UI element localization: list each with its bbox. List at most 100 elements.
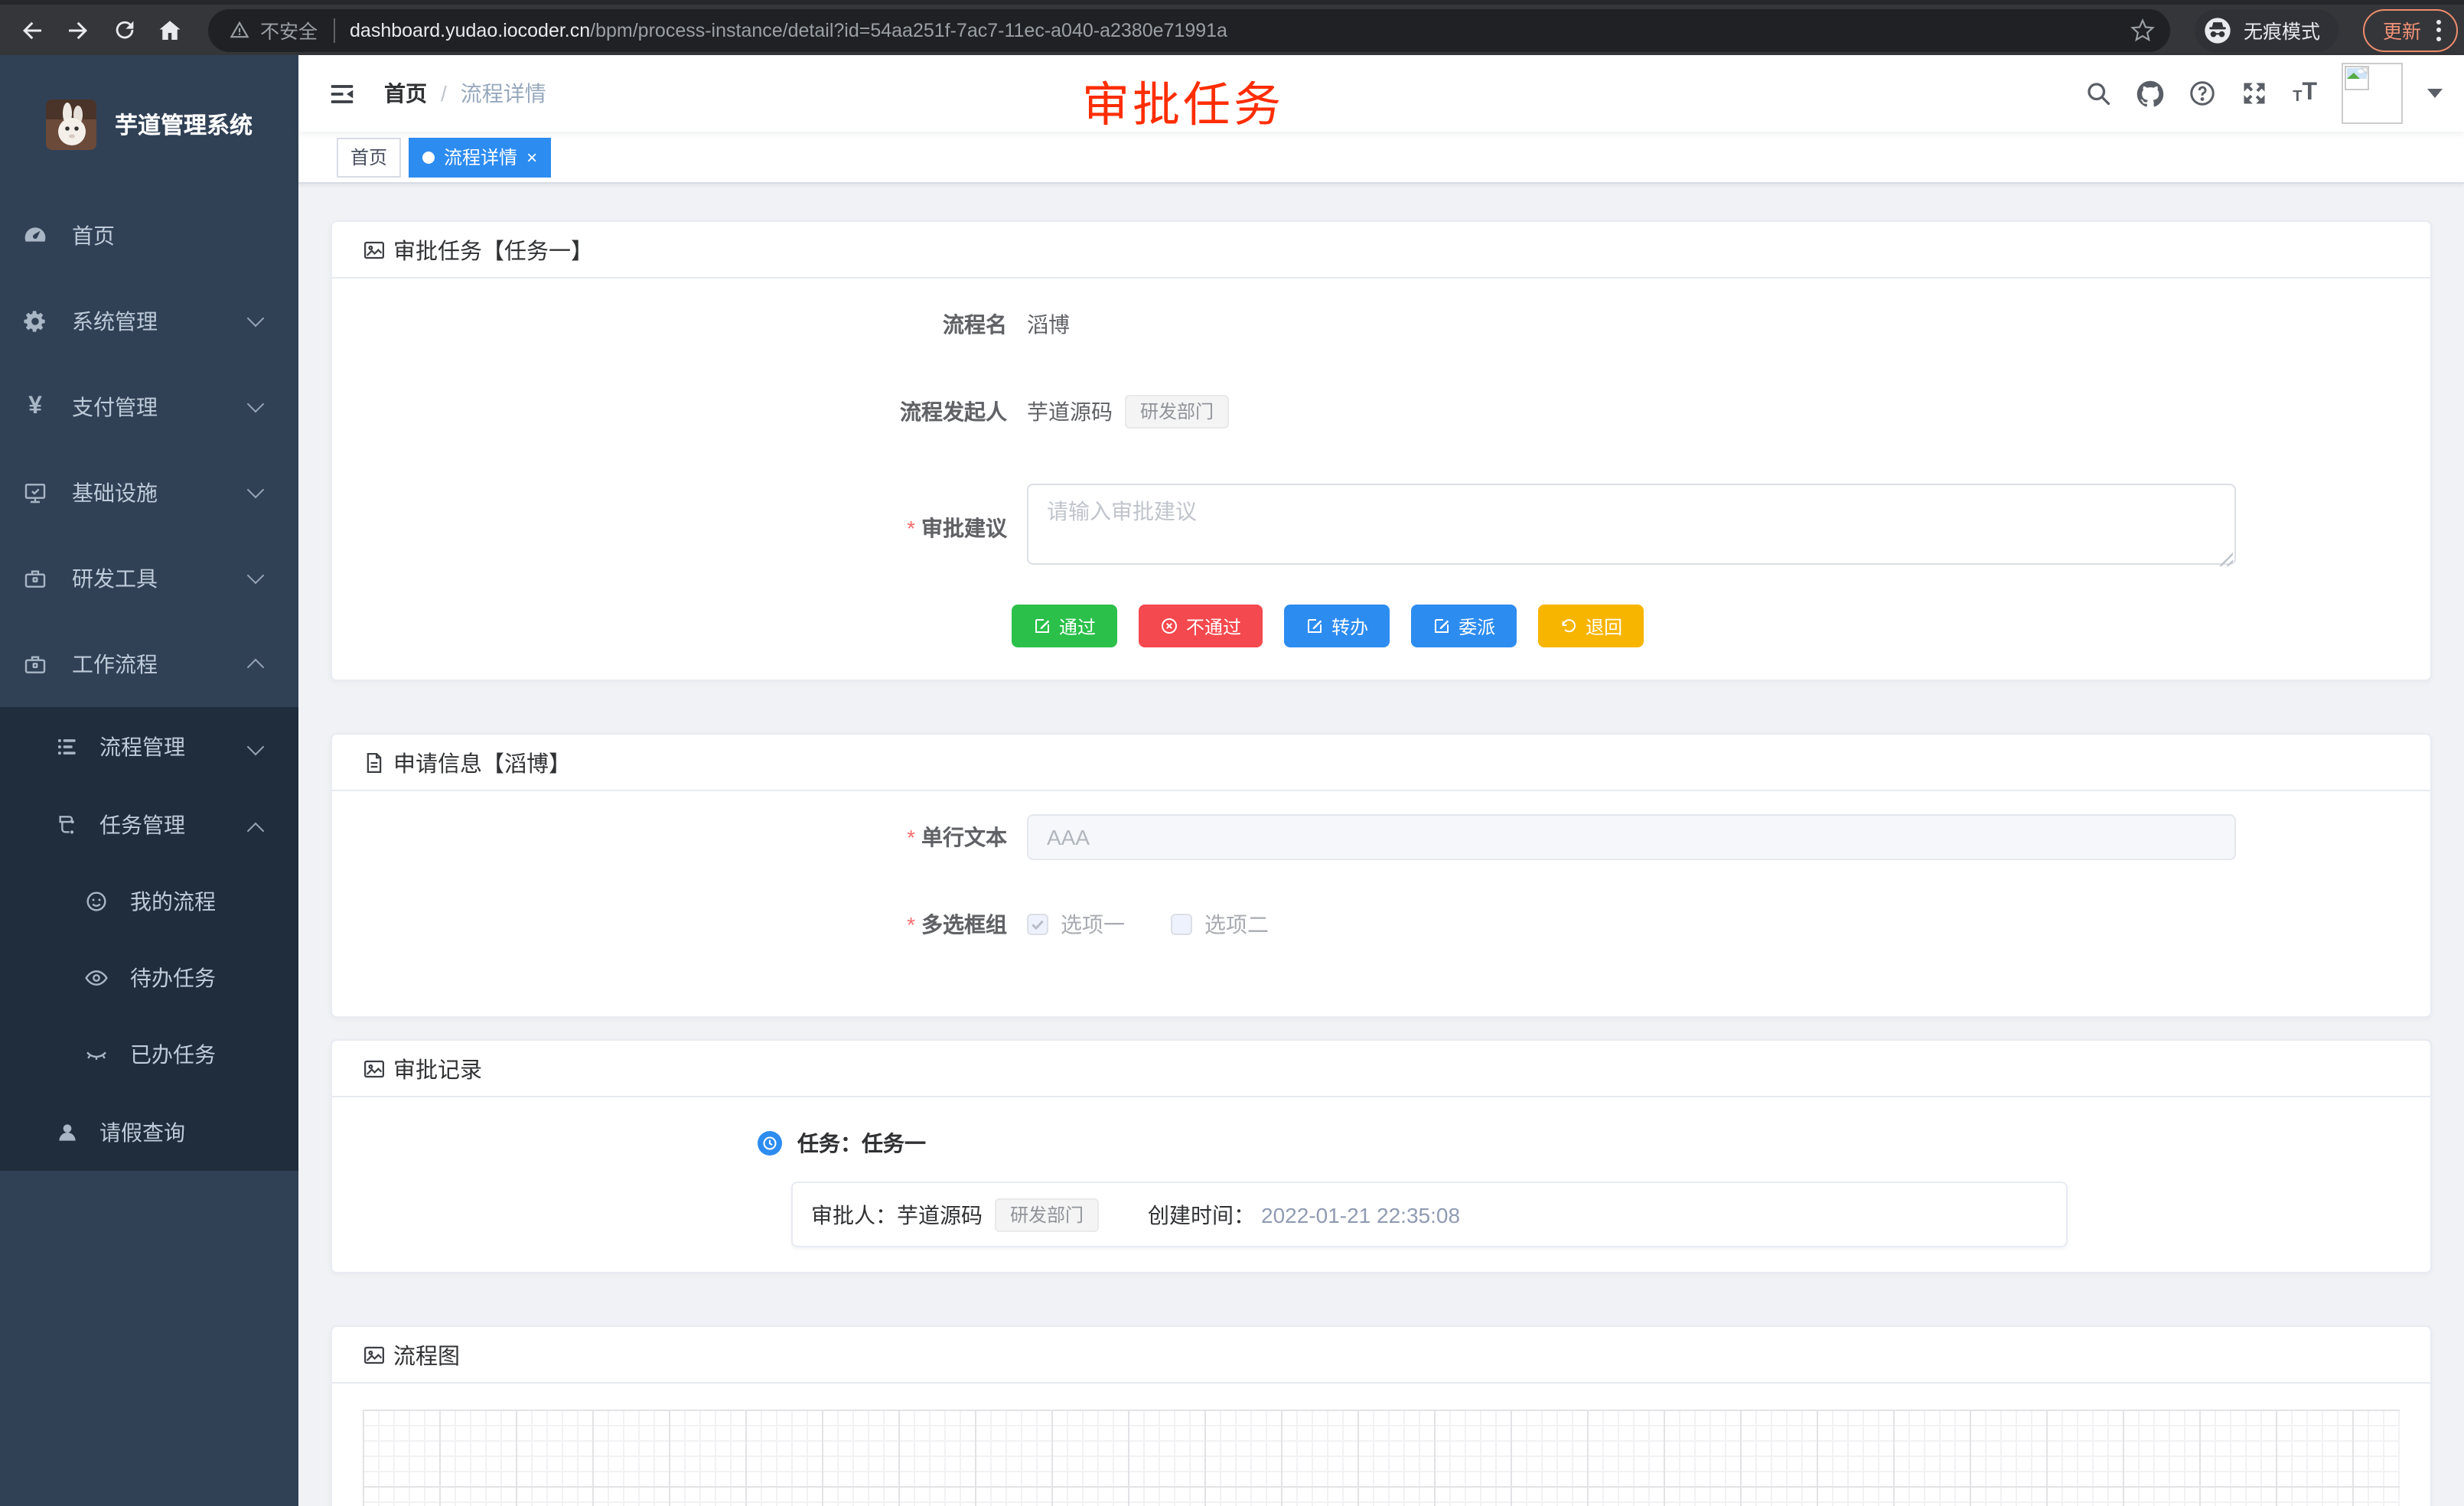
transfer-button[interactable]: 转办 [1284, 605, 1390, 647]
workflow-submenu: 流程管理 任务管理 我的流程 [0, 707, 298, 1171]
clock-icon [758, 1131, 782, 1156]
sidebar-item-label: 工作流程 [72, 649, 158, 680]
tab-process-detail[interactable]: 流程详情 × [409, 137, 551, 177]
address-bar[interactable]: 不安全 dashboard.yudao.iocoder.cn/bpm/proce… [208, 8, 2170, 51]
sidebar-item-todo-tasks[interactable]: 待办任务 [0, 940, 298, 1016]
sidebar-item-label: 首页 [72, 220, 115, 251]
tab-close-icon[interactable]: × [526, 148, 537, 166]
flow-tree-icon [55, 812, 80, 836]
github-icon[interactable] [2136, 80, 2164, 107]
toolbox-icon [23, 566, 47, 591]
single-text-input[interactable] [1027, 813, 2236, 859]
picture-icon [363, 1343, 386, 1366]
sidebar-item-devtools[interactable]: 研发工具 [0, 536, 298, 621]
sidebar-item-my-process[interactable]: 我的流程 [0, 863, 298, 940]
navbar-actions: TT [2084, 63, 2464, 124]
browser-reload-button[interactable] [101, 7, 147, 53]
approver-name: 芋道源码 [897, 1199, 983, 1230]
sidebar-item-task-management[interactable]: 任务管理 [0, 785, 298, 863]
chevron-down-icon [247, 738, 265, 756]
delegate-button[interactable]: 委派 [1411, 605, 1517, 647]
sidebar-logo[interactable]: 芋道管理系统 [0, 55, 298, 193]
broken-image-icon [2345, 66, 2369, 90]
bpmn-canvas[interactable] [363, 1410, 2400, 1506]
breadcrumb-home-link[interactable]: 首页 [384, 78, 427, 109]
sidebar-item-infra[interactable]: 基础设施 [0, 450, 298, 536]
browser-menu-icon[interactable] [2433, 16, 2444, 44]
field-label: 流程名 [363, 308, 1007, 339]
sidebar-item-payment[interactable]: ¥ 支付管理 [0, 364, 298, 450]
card-body [332, 1384, 2430, 1506]
breadcrumb-separator: / [441, 81, 447, 106]
browser-home-button[interactable] [147, 7, 193, 53]
avatar[interactable] [2342, 63, 2403, 124]
approve-button[interactable]: 通过 [1012, 605, 1117, 647]
card-title: 审批记录 [393, 1052, 482, 1084]
browser-forward-button[interactable] [55, 7, 101, 53]
card-title: 申请信息【滔博】 [393, 746, 571, 778]
document-icon [363, 751, 386, 774]
required-asterisk: * [907, 911, 915, 936]
forward-arrow-icon [64, 16, 92, 44]
return-button[interactable]: 退回 [1538, 605, 1644, 647]
sidebar-item-done-tasks[interactable]: 已办任务 [0, 1016, 298, 1093]
form-row-checkbox-group: *多选框组 选项一 选项二 [332, 880, 2430, 967]
omnibox-divider [333, 18, 334, 42]
checkbox-label: 选项一 [1061, 908, 1125, 939]
approval-actions: 通过 不通过 转办 委 [332, 605, 2430, 680]
page-content: 审批任务【任务一】 流程名 滔博 流程发起人 芋道源码 研发部门 [298, 184, 2464, 1506]
sidebar-item-workflow[interactable]: 工作流程 [0, 621, 298, 707]
avatar-caret-icon[interactable] [2427, 89, 2443, 98]
sidebar-collapse-button[interactable] [323, 75, 360, 112]
checkbox-option1[interactable]: 选项一 [1027, 908, 1125, 939]
back-arrow-icon [18, 16, 46, 44]
suggestion-textarea[interactable] [1027, 484, 2236, 565]
search-icon[interactable] [2084, 80, 2112, 107]
chevron-down-icon [247, 567, 265, 585]
font-size-icon[interactable]: TT [2293, 81, 2317, 106]
picture-icon [363, 1057, 386, 1080]
yen-icon: ¥ [23, 395, 47, 419]
chevron-down-icon [247, 310, 265, 328]
card-header: 流程图 [332, 1327, 2430, 1384]
eye-closed-icon [84, 1042, 109, 1067]
textarea-resize-handle[interactable] [2218, 551, 2233, 566]
reject-button[interactable]: 不通过 [1139, 605, 1263, 647]
sidebar-item-label: 请假查询 [99, 1116, 185, 1147]
monitor-icon [23, 481, 47, 505]
sidebar-item-label: 流程管理 [99, 731, 185, 761]
sidebar-item-label: 已办任务 [130, 1039, 216, 1070]
toolbox-icon [23, 652, 47, 676]
field-label: 流程发起人 [363, 396, 1007, 426]
task-title: 任务：任务一 [797, 1128, 926, 1159]
logo-image [46, 99, 96, 149]
home-icon [156, 16, 184, 44]
card-title: 流程图 [393, 1338, 460, 1371]
help-icon[interactable] [2189, 80, 2216, 107]
update-label[interactable]: 更新 [2383, 15, 2421, 44]
sidebar-item-label: 我的流程 [130, 886, 216, 917]
page-annotation-title: 审批任务 [1082, 66, 1284, 135]
sidebar-item-system[interactable]: 系统管理 [0, 279, 298, 364]
undo-icon [1560, 617, 1578, 635]
card-body: 任务：任务一 审批人： 芋道源码 研发部门 创建时间： 2022-01-21 2… [332, 1128, 2430, 1247]
security-label[interactable]: 不安全 [260, 15, 318, 44]
sidebar-item-process-management[interactable]: 流程管理 [0, 707, 298, 785]
browser-update-menu[interactable]: 更新 [2363, 8, 2458, 51]
url-domain[interactable]: dashboard.yudao.iocoder.cn [350, 19, 590, 41]
tab-home[interactable]: 首页 [337, 137, 401, 177]
checkbox-option2[interactable]: 选项二 [1171, 908, 1269, 939]
sidebar-item-label: 支付管理 [72, 392, 158, 422]
url-path[interactable]: /bpm/process-instance/detail?id=54aa251f… [590, 19, 1227, 41]
fold-menu-icon [327, 79, 356, 108]
fullscreen-icon[interactable] [2241, 80, 2268, 107]
sidebar-item-home[interactable]: 首页 [0, 193, 298, 279]
form-row-suggestion: *审批建议 [332, 484, 2430, 572]
edit-icon [1033, 617, 1051, 635]
sidebar-item-leave-query[interactable]: 请假查询 [0, 1093, 298, 1171]
browser-back-button[interactable] [9, 7, 55, 53]
sidebar-item-label: 研发工具 [72, 563, 158, 594]
bookmark-star-icon[interactable] [2130, 18, 2155, 42]
sidebar: 芋道管理系统 首页 系统管理 ¥ 支付管理 [0, 55, 298, 1506]
approver-label: 审批人： [811, 1199, 897, 1230]
